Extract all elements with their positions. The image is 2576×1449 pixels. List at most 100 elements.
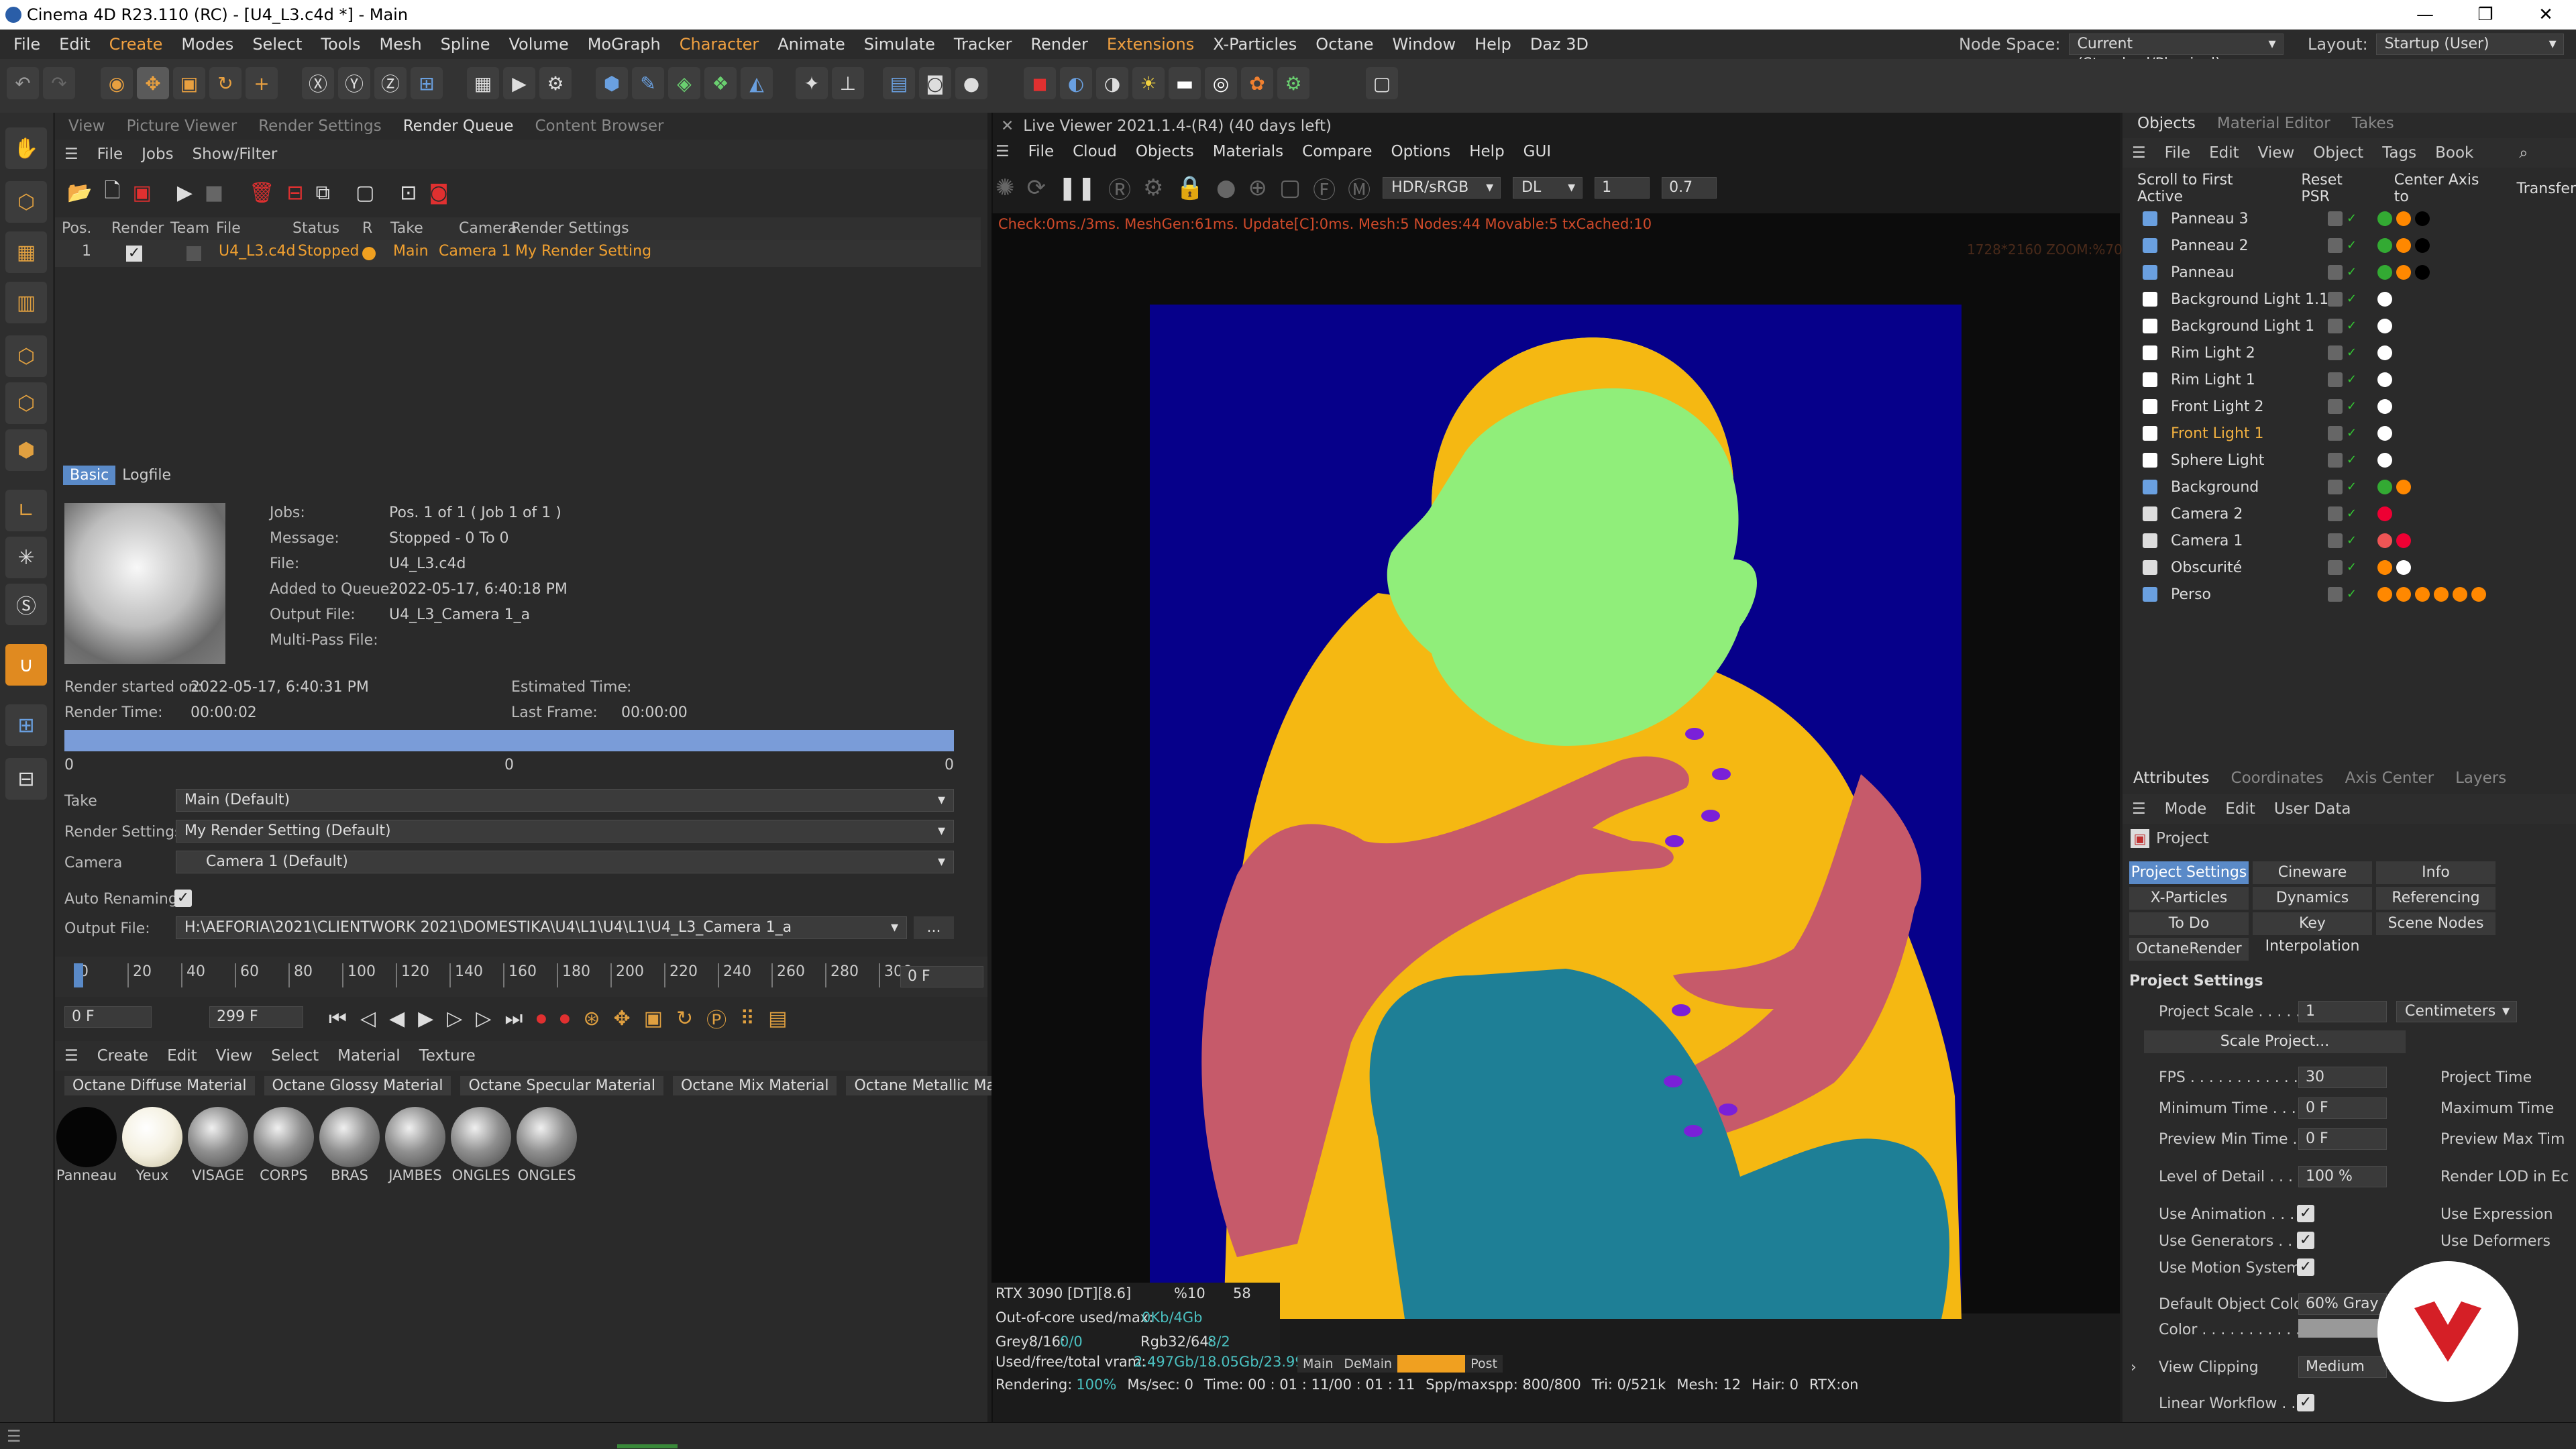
make-editable-icon[interactable]: ✋ bbox=[5, 127, 47, 169]
object-row[interactable]: Panneau ✓ bbox=[2129, 259, 2572, 286]
preview-min-field[interactable]: 0 F bbox=[2298, 1128, 2387, 1150]
hamburger-icon[interactable]: ☰ bbox=[2123, 144, 2155, 162]
locked-workplane-icon[interactable]: ⊟ bbox=[5, 758, 47, 800]
visibility-flag[interactable]: ✓ bbox=[2347, 265, 2361, 280]
tab-view[interactable]: View bbox=[58, 117, 116, 135]
obj-menu-bookmarks[interactable]: Book bbox=[2426, 144, 2483, 162]
add-current-scene-icon[interactable]: ▣ bbox=[132, 181, 151, 205]
octane-material-icon[interactable]: ✿ bbox=[1241, 67, 1273, 99]
edit-flag[interactable] bbox=[2328, 211, 2343, 226]
position-key-icon[interactable]: ✥ bbox=[614, 1007, 631, 1030]
menu-animate[interactable]: Animate bbox=[768, 30, 855, 59]
obj-tool-center-axis-to[interactable]: Center Axis to bbox=[2394, 172, 2498, 205]
object-tag-icon[interactable] bbox=[2377, 319, 2392, 333]
snap-icon[interactable]: ∪ bbox=[5, 644, 47, 686]
render-camera-icon[interactable]: ◙ bbox=[429, 181, 448, 205]
object-tag-icon[interactable] bbox=[2396, 533, 2411, 548]
edit-flag[interactable] bbox=[2328, 265, 2343, 280]
material-ball-icon[interactable]: ● bbox=[1216, 174, 1236, 201]
mat-menu-material[interactable]: Material bbox=[328, 1047, 409, 1065]
camera-icon[interactable]: ◙ bbox=[919, 67, 951, 99]
object-name[interactable]: Background Light 1 bbox=[2171, 318, 2314, 335]
lod-field[interactable]: 100 % bbox=[2298, 1166, 2387, 1187]
mat-menu-select[interactable]: Select bbox=[262, 1047, 328, 1065]
playhead-marker[interactable] bbox=[74, 963, 83, 987]
minimize-button[interactable]: — bbox=[2395, 0, 2455, 30]
obj-menu-object[interactable]: Object bbox=[2304, 144, 2373, 162]
object-row[interactable]: Front Light 2 ✓ bbox=[2129, 393, 2572, 420]
viewer-menu-gui[interactable]: GUI bbox=[1523, 143, 1551, 160]
scale-project-button[interactable]: Scale Project... bbox=[2144, 1030, 2406, 1053]
object-tag-icon[interactable] bbox=[2377, 560, 2392, 575]
mat-menu-view[interactable]: View bbox=[207, 1047, 262, 1065]
render-region-icon[interactable]: ⊡ bbox=[400, 181, 417, 205]
menu-create[interactable]: Create bbox=[100, 30, 172, 59]
object-tag-icon[interactable] bbox=[2377, 533, 2392, 548]
visibility-flag[interactable]: ✓ bbox=[2347, 426, 2361, 441]
object-tag-icon[interactable] bbox=[2396, 480, 2411, 494]
focus-picker-icon[interactable]: Ⓕ bbox=[1313, 172, 1336, 205]
object-tag-icon[interactable] bbox=[2415, 265, 2430, 280]
object-row[interactable]: Background Light 1 ✓ bbox=[2129, 313, 2572, 339]
menu-x-particles[interactable]: X-Particles bbox=[1203, 30, 1306, 59]
attr-button-referencing[interactable]: Referencing bbox=[2376, 887, 2496, 910]
visibility-flag[interactable]: ✓ bbox=[2347, 345, 2361, 360]
node-space-select[interactable]: Current (Standard/Physical) bbox=[2068, 34, 2284, 72]
material-swatch[interactable] bbox=[319, 1107, 380, 1167]
object-name[interactable]: Perso bbox=[2171, 586, 2211, 603]
material-swatch[interactable] bbox=[254, 1107, 314, 1167]
viewer-menu-materials[interactable]: Materials bbox=[1213, 143, 1283, 160]
color-swatch[interactable] bbox=[2298, 1319, 2387, 1338]
object-tag-icon[interactable] bbox=[2415, 238, 2430, 253]
keyframe-selection-icon[interactable]: ⊛ bbox=[583, 1007, 600, 1030]
object-name[interactable]: Front Light 2 bbox=[2171, 398, 2264, 415]
edges-mode-icon[interactable]: ⬡ bbox=[5, 382, 47, 424]
grid-icon[interactable]: ▤ bbox=[883, 67, 915, 99]
visibility-flag[interactable]: ✓ bbox=[2347, 372, 2361, 387]
attr-button-octanerender[interactable]: OctaneRender bbox=[2129, 938, 2249, 961]
subdivision-icon[interactable]: ◈ bbox=[668, 67, 700, 99]
object-name[interactable]: Panneau bbox=[2171, 264, 2235, 281]
menu-window[interactable]: Window bbox=[1383, 30, 1465, 59]
render-settings-icon[interactable]: ⚙ bbox=[539, 67, 572, 99]
mat-menu-create[interactable]: Create bbox=[88, 1047, 158, 1065]
octane-camera-icon[interactable]: ◐ bbox=[1060, 67, 1092, 99]
object-name[interactable]: Rim Light 1 bbox=[2171, 372, 2255, 388]
tab-objects[interactable]: Objects bbox=[2127, 115, 2206, 132]
points-mode-icon[interactable]: ⬡ bbox=[5, 335, 47, 377]
object-tag-icon[interactable] bbox=[2377, 506, 2392, 521]
menu-edit[interactable]: Edit bbox=[50, 30, 99, 59]
hamburger-icon[interactable]: ☰ bbox=[55, 146, 88, 163]
scene-icon[interactable]: ✦ bbox=[796, 67, 828, 99]
open-picture-viewer-icon[interactable]: ▢ bbox=[356, 181, 374, 205]
next-key-icon[interactable]: ▷ bbox=[476, 1007, 491, 1030]
tab-takes[interactable]: Takes bbox=[2341, 115, 2405, 132]
visibility-flag[interactable]: ✓ bbox=[2347, 506, 2361, 521]
object-name[interactable]: Obscurité bbox=[2171, 559, 2242, 576]
close-viewer-icon[interactable]: ✕ bbox=[1001, 117, 1014, 135]
object-tag-icon[interactable] bbox=[2453, 587, 2467, 602]
edit-flag[interactable] bbox=[2328, 372, 2343, 387]
menu-octane[interactable]: Octane bbox=[1306, 30, 1383, 59]
material-swatch[interactable] bbox=[451, 1107, 511, 1167]
pass-tab-post[interactable]: Post bbox=[1465, 1355, 1503, 1373]
region-icon[interactable]: ▢ bbox=[1279, 174, 1301, 201]
record-icon[interactable]: ⏺ bbox=[536, 1007, 546, 1030]
object-name[interactable]: Background bbox=[2171, 479, 2259, 496]
add-file-icon[interactable]: 🗋 bbox=[104, 176, 120, 210]
visibility-flag[interactable]: ✓ bbox=[2347, 211, 2361, 226]
object-row[interactable]: Sphere Light ✓ bbox=[2129, 447, 2572, 474]
object-tag-icon[interactable] bbox=[2396, 265, 2411, 280]
tab-logfile[interactable]: Logfile bbox=[115, 466, 178, 485]
object-row[interactable]: Rim Light 1 ✓ bbox=[2129, 366, 2572, 393]
hamburger-icon[interactable]: ☰ bbox=[996, 143, 1010, 160]
object-row[interactable]: Panneau 3 ✓ bbox=[2129, 205, 2572, 232]
z-axis-icon[interactable]: Ⓩ bbox=[374, 67, 407, 99]
floor-icon[interactable]: ⊥ bbox=[832, 67, 864, 99]
object-row[interactable]: Panneau 2 ✓ bbox=[2129, 232, 2572, 259]
viewer-menu-options[interactable]: Options bbox=[1391, 143, 1450, 160]
edit-flag[interactable] bbox=[2328, 426, 2343, 441]
pass-tab-demain[interactable]: DeMain bbox=[1338, 1355, 1398, 1373]
object-tag-icon[interactable] bbox=[2377, 265, 2392, 280]
viewer-menu-cloud[interactable]: Cloud bbox=[1073, 143, 1117, 160]
